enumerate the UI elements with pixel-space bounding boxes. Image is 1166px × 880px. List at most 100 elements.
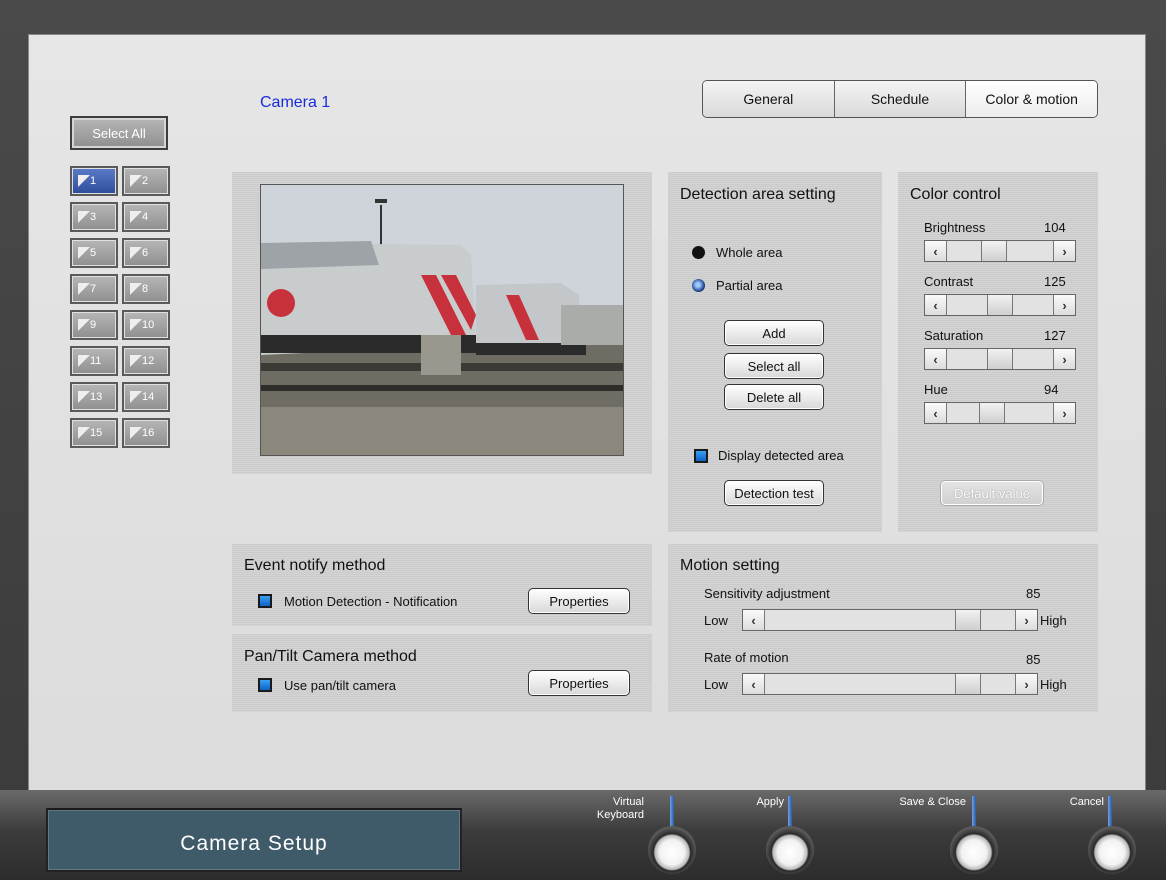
- virtual-keyboard-label: Virtual Keyboard: [596, 796, 644, 821]
- sensitivity-slider[interactable]: ‹ ›: [742, 609, 1038, 631]
- hue-value: 94: [1044, 382, 1059, 397]
- detection-area-panel: [668, 172, 882, 532]
- tab-schedule[interactable]: Schedule: [834, 81, 967, 117]
- display-detected-area-checkbox[interactable]: [694, 449, 708, 463]
- camera-button-14[interactable]: 14: [122, 382, 170, 412]
- camera-button-10[interactable]: 10: [122, 310, 170, 340]
- camera-button-12[interactable]: 12: [122, 346, 170, 376]
- camera-title: Camera 1: [260, 94, 331, 111]
- brightness-slider[interactable]: ‹ ›: [924, 240, 1076, 262]
- chevron-left-icon[interactable]: ‹: [743, 674, 765, 694]
- camera-flag-icon: [130, 319, 142, 331]
- sensitivity-slider-thumb[interactable]: [955, 610, 981, 630]
- sensitivity-value: 85: [1026, 586, 1041, 601]
- add-area-button[interactable]: Add: [724, 320, 824, 346]
- brightness-value: 104: [1044, 220, 1066, 235]
- camera-flag-icon: [130, 355, 142, 367]
- chevron-right-icon[interactable]: ›: [1053, 241, 1075, 261]
- select-all-areas-button[interactable]: Select all: [724, 353, 824, 379]
- cancel-button[interactable]: [1088, 826, 1136, 874]
- screen-title-box: Camera Setup: [46, 808, 462, 872]
- camera-button-6[interactable]: 6: [122, 238, 170, 268]
- camera-button-11[interactable]: 11: [70, 346, 118, 376]
- chevron-right-icon[interactable]: ›: [1015, 610, 1037, 630]
- chevron-right-icon[interactable]: ›: [1053, 349, 1075, 369]
- contrast-slider[interactable]: ‹ ›: [924, 294, 1076, 316]
- delete-all-areas-button[interactable]: Delete all: [724, 384, 824, 410]
- hue-label: Hue: [924, 382, 948, 397]
- partial-area-radio[interactable]: [692, 279, 705, 292]
- camera-button-1[interactable]: 1: [70, 166, 118, 196]
- screen-title: Camera Setup: [180, 832, 328, 855]
- use-pan-tilt-checkbox[interactable]: [258, 678, 272, 692]
- detection-test-button[interactable]: Detection test: [724, 480, 824, 506]
- camera-button-3[interactable]: 3: [70, 202, 118, 232]
- chevron-right-icon[interactable]: ›: [1015, 674, 1037, 694]
- contrast-label: Contrast: [924, 274, 974, 289]
- camera-button-16[interactable]: 16: [122, 418, 170, 448]
- camera-flag-icon: [130, 427, 142, 439]
- rate-slider-thumb[interactable]: [955, 674, 981, 694]
- brightness-label: Brightness: [924, 220, 986, 235]
- camera-flag-icon: [78, 211, 90, 223]
- motion-notification-checkbox[interactable]: [258, 594, 272, 608]
- camera-flag-icon: [78, 175, 90, 187]
- pan-tilt-title: Pan/Tilt Camera method: [244, 648, 417, 665]
- contrast-slider-thumb[interactable]: [987, 295, 1013, 315]
- hue-slider-thumb[interactable]: [979, 403, 1005, 423]
- camera-flag-icon: [78, 319, 90, 331]
- chevron-left-icon[interactable]: ‹: [925, 241, 947, 261]
- event-properties-button[interactable]: Properties: [528, 588, 630, 614]
- partial-area-label: Partial area: [716, 278, 783, 293]
- camera-button-15[interactable]: 15: [70, 418, 118, 448]
- saturation-slider[interactable]: ‹ ›: [924, 348, 1076, 370]
- chevron-left-icon[interactable]: ‹: [743, 610, 765, 630]
- rate-slider[interactable]: ‹ ›: [742, 673, 1038, 695]
- saturation-slider-thumb[interactable]: [987, 349, 1013, 369]
- brightness-slider-thumb[interactable]: [981, 241, 1007, 261]
- select-all-cameras-button[interactable]: Select All: [70, 116, 168, 150]
- camera-button-8[interactable]: 8: [122, 274, 170, 304]
- virtual-keyboard-button[interactable]: [648, 826, 696, 874]
- camera-button-9[interactable]: 9: [70, 310, 118, 340]
- save-close-button[interactable]: [950, 826, 998, 874]
- camera-preview[interactable]: [260, 184, 624, 456]
- camera-flag-icon: [78, 391, 90, 403]
- default-value-button[interactable]: Default value: [940, 480, 1044, 506]
- tab-bar: General Schedule Color & motion: [702, 80, 1098, 118]
- rate-high-label: High: [1040, 677, 1067, 692]
- saturation-label: Saturation: [924, 328, 984, 343]
- chevron-right-icon[interactable]: ›: [1053, 403, 1075, 423]
- chevron-left-icon[interactable]: ‹: [925, 349, 947, 369]
- apply-button[interactable]: [766, 826, 814, 874]
- camera-flag-icon: [130, 391, 142, 403]
- rate-label: Rate of motion: [704, 650, 789, 665]
- camera-button-13[interactable]: 13: [70, 382, 118, 412]
- train-scene-image: [261, 185, 623, 455]
- display-detected-area-label: Display detected area: [718, 448, 844, 463]
- camera-button-7[interactable]: 7: [70, 274, 118, 304]
- camera-button-5[interactable]: 5: [70, 238, 118, 268]
- camera-flag-icon: [130, 247, 142, 259]
- whole-area-radio[interactable]: [692, 246, 705, 259]
- tab-color-motion[interactable]: Color & motion: [966, 81, 1097, 117]
- apply-indicator: [788, 796, 792, 828]
- chevron-right-icon[interactable]: ›: [1053, 295, 1075, 315]
- apply-label: Apply: [756, 796, 784, 808]
- tab-general[interactable]: General: [703, 81, 835, 117]
- camera-flag-icon: [130, 175, 142, 187]
- camera-button-2[interactable]: 2: [122, 166, 170, 196]
- sensitivity-low-label: Low: [704, 613, 728, 628]
- cancel-indicator: [1108, 796, 1112, 828]
- camera-flag-icon: [78, 283, 90, 295]
- saturation-value: 127: [1044, 328, 1066, 343]
- color-control-title: Color control: [910, 186, 1001, 203]
- chevron-left-icon[interactable]: ‹: [925, 295, 947, 315]
- camera-flag-icon: [78, 247, 90, 259]
- camera-button-4[interactable]: 4: [122, 202, 170, 232]
- rate-low-label: Low: [704, 677, 728, 692]
- hue-slider[interactable]: ‹ ›: [924, 402, 1076, 424]
- chevron-left-icon[interactable]: ‹: [925, 403, 947, 423]
- virtual-keyboard-indicator: [670, 796, 674, 828]
- pan-tilt-properties-button[interactable]: Properties: [528, 670, 630, 696]
